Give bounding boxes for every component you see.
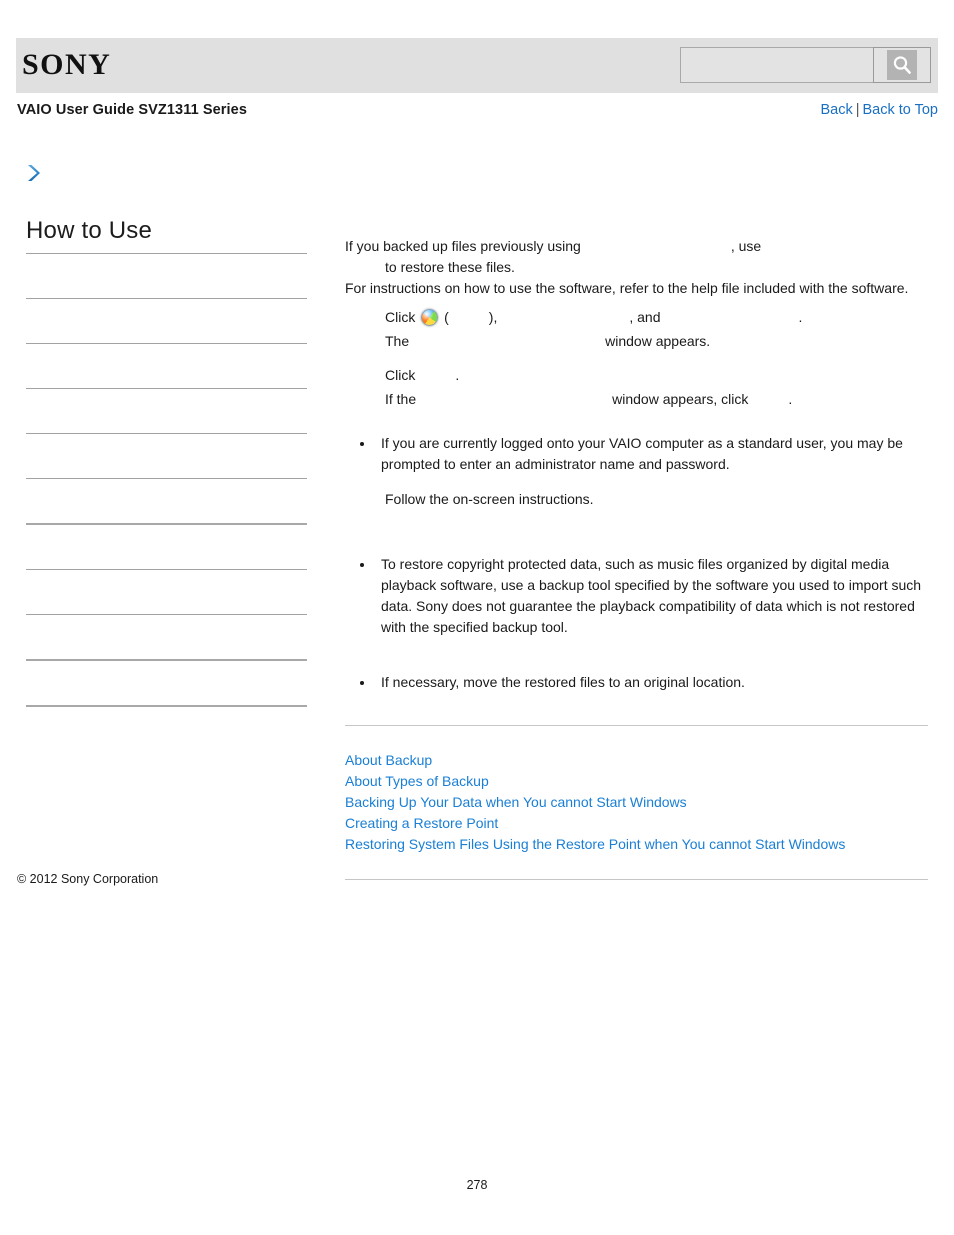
related-topic-link-0[interactable]: About Backup <box>345 752 432 768</box>
windows-start-orb-icon[interactable] <box>421 309 439 326</box>
sidebar-item-1[interactable] <box>26 299 307 343</box>
step4-if-the: If the <box>385 391 417 407</box>
step1-paren-open: ( <box>444 309 449 325</box>
steps-list: Click (), , and. The window appears. Click… <box>345 305 928 411</box>
back-link[interactable]: Back <box>820 102 852 118</box>
sidebar-item-5[interactable] <box>26 479 307 523</box>
related-topic-link-4[interactable]: Restoring System Files Using the Restore… <box>345 836 845 852</box>
related-topic-item: About Types of Backup <box>345 771 928 792</box>
search-input[interactable] <box>680 47 873 83</box>
step4-period: . <box>788 391 793 407</box>
sidebar-item-9[interactable] <box>26 661 307 705</box>
sidebar-item-4[interactable] <box>26 434 307 478</box>
note-list-admin: If you are currently logged onto your VA… <box>345 433 928 475</box>
copyright-notice: © 2012 Sony Corporation <box>17 872 159 886</box>
sidebar: How to Use <box>26 217 307 708</box>
step1-period: . <box>798 309 803 325</box>
note-list-move: If necessary, move the restored files to… <box>345 672 928 693</box>
chevron-right-icon[interactable] <box>24 162 44 184</box>
sidebar-item-2[interactable] <box>26 344 307 388</box>
step4-window-appears-click: window appears, click <box>612 391 749 407</box>
intro-line1-b: , use <box>730 238 762 254</box>
step3-period: . <box>455 367 460 383</box>
sidebar-item-0[interactable] <box>26 254 307 298</box>
related-topic-item: About Backup <box>345 750 928 771</box>
step-2-condition: If the window appears, click. <box>345 387 928 411</box>
step2-window-appears: window appears. <box>605 333 711 349</box>
related-topic-item: Backing Up Your Data when You cannot Sta… <box>345 792 928 813</box>
related-topic-item: Creating a Restore Point <box>345 813 928 834</box>
step-1: Click (), , and. <box>345 305 928 329</box>
intro-line3: For instructions on how to use the softw… <box>345 280 909 296</box>
note-move: If necessary, move the restored files to… <box>375 672 928 693</box>
related-topics-divider-bottom <box>345 879 928 880</box>
sidebar-item-8[interactable] <box>26 615 307 659</box>
sony-logo: SONY <box>22 48 112 81</box>
step2-the: The <box>385 333 410 349</box>
intro-paragraph: If you backed up files previously using,… <box>345 236 928 299</box>
step1-click-label: Click <box>385 309 416 325</box>
step-2: Click. <box>345 353 928 387</box>
search-area <box>680 47 931 83</box>
sidebar-item-3[interactable] <box>26 389 307 433</box>
guide-title: VAIO User Guide SVZ1311 Series <box>17 102 248 118</box>
search-icon <box>887 50 917 80</box>
related-topic-link-2[interactable]: Backing Up Your Data when You cannot Sta… <box>345 794 687 810</box>
related-topic-item: Restoring System Files Using the Restore… <box>345 834 928 855</box>
search-button[interactable] <box>873 47 931 83</box>
step-1-result: The window appears. <box>345 329 928 353</box>
main-content: If you backed up files previously using,… <box>345 236 928 880</box>
note-list-copyright: To restore copyright protected data, suc… <box>345 554 928 638</box>
sidebar-item-7[interactable] <box>26 570 307 614</box>
intro-line2: to restore these files. <box>385 259 515 275</box>
step1-paren-close: ), <box>488 309 498 325</box>
nav-separator: | <box>855 102 860 118</box>
related-topics-list: About Backup About Types of Backup Backi… <box>345 750 928 855</box>
page-number: 278 <box>466 1178 488 1192</box>
follow-instructions: Follow the on-screen instructions. <box>385 491 594 507</box>
back-to-top-link[interactable]: Back to Top <box>862 102 938 118</box>
step3-click-label: Click <box>385 367 416 383</box>
sidebar-heading: How to Use <box>26 217 153 244</box>
related-topic-link-3[interactable]: Creating a Restore Point <box>345 815 498 831</box>
note-admin: If you are currently logged onto your VA… <box>375 433 928 475</box>
note-copyright: To restore copyright protected data, suc… <box>375 554 928 638</box>
intro-line1-a: If you backed up files previously using <box>345 238 581 254</box>
sidebar-divider <box>26 705 307 708</box>
related-topic-link-1[interactable]: About Types of Backup <box>345 773 489 789</box>
related-topics-divider-top <box>345 725 928 726</box>
sidebar-item-6[interactable] <box>26 525 307 569</box>
header-nav-links: Back | Back to Top <box>820 102 938 118</box>
step1-and: , and <box>629 309 661 325</box>
